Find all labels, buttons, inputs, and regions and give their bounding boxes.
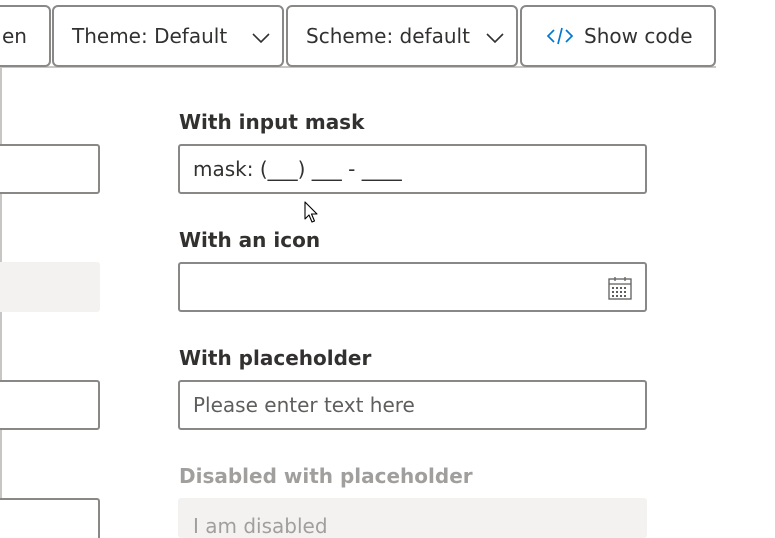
- disabled-placeholder-field-label: Disabled with placeholder: [179, 464, 473, 488]
- chevron-down-icon: [486, 33, 504, 44]
- theme-dropdown[interactable]: Theme: Default: [52, 5, 284, 67]
- chevron-down-icon: [252, 33, 270, 44]
- show-code-button[interactable]: Show code: [520, 5, 716, 67]
- left-text-field-4[interactable]: [0, 498, 100, 538]
- code-icon: [546, 27, 574, 45]
- show-code-label: Show code: [584, 24, 693, 48]
- left-text-field-2-disabled: [0, 262, 100, 312]
- calendar-icon: [608, 277, 632, 300]
- mouse-pointer-icon: [304, 201, 318, 223]
- mask-input-value: mask: (___) ___ - ____: [193, 157, 402, 181]
- left-text-field-1[interactable]: [0, 144, 100, 194]
- placeholder-field-label: With placeholder: [179, 346, 372, 370]
- toolbar-partial-label: en: [2, 24, 27, 48]
- placeholder-input[interactable]: Please enter text here: [178, 380, 647, 430]
- placeholder-input-placeholder: Please enter text here: [193, 393, 415, 417]
- icon-field-label: With an icon: [179, 228, 321, 252]
- toolbar-partial-button[interactable]: en: [0, 5, 51, 67]
- disabled-placeholder-input: I am disabled: [178, 498, 647, 538]
- theme-dropdown-label: Theme: Default: [72, 24, 228, 48]
- mask-field-label: With input mask: [179, 110, 365, 134]
- left-text-field-3[interactable]: [0, 380, 100, 430]
- mask-input[interactable]: mask: (___) ___ - ____: [178, 144, 647, 194]
- scheme-dropdown-label: Scheme: default: [306, 24, 470, 48]
- disabled-input-placeholder: I am disabled: [193, 514, 328, 538]
- icon-input[interactable]: [178, 262, 647, 312]
- scheme-dropdown[interactable]: Scheme: default: [286, 5, 518, 67]
